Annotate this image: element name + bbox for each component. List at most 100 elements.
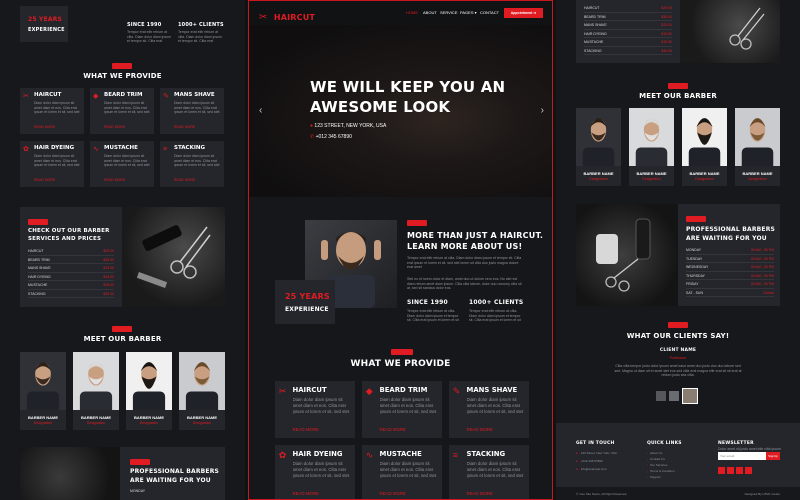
hours-title-right-line2: ARE WAITING FOR YOU — [686, 235, 767, 242]
team-member-card[interactable]: BARBER NAME Designation — [576, 108, 621, 186]
read-more-link[interactable]: READ MORE — [467, 427, 493, 432]
service-card[interactable]: ✂ HAIRCUT Diam dolor diam ipsum sit amet d… — [275, 381, 355, 438]
barber-designation: Designation — [139, 421, 159, 425]
mustache-icon: ∿ — [365, 450, 374, 461]
service-card[interactable]: ≡ STACKING Diam dolor diam ipsum sit amet … — [160, 141, 224, 187]
client-thumb-1[interactable] — [656, 391, 666, 401]
service-title: MANS SHAVE — [174, 92, 215, 98]
linkedin-icon[interactable] — [745, 467, 752, 474]
service-desc: Diam dolor diam ipsum sit amet diam et e… — [379, 397, 437, 414]
team-member-card[interactable]: BARBER NAME Designation — [629, 108, 674, 186]
carousel-next-button[interactable]: › — [541, 105, 544, 116]
scissors-icon: ✂ — [259, 12, 268, 23]
team-tag — [112, 326, 132, 332]
barber-portrait-icon — [635, 118, 668, 166]
twitter-icon[interactable] — [718, 467, 725, 474]
service-card[interactable]: ◆ BEARD TRIM Diam dolor diam ipsum sit ame… — [90, 88, 154, 134]
read-more-link[interactable]: READ MORE — [34, 125, 55, 129]
service-card[interactable]: ✂ HAIRCUT Diam dolor diam ipsum sit amet d… — [20, 88, 84, 134]
team-member-card[interactable]: BARBER NAME Designation — [126, 352, 172, 430]
clients-text-main: Tempor erat elitr rebum at clita. Diam d… — [469, 309, 521, 322]
footer-contact-item: ● +012 345 67890 — [576, 459, 636, 467]
nav-link-3[interactable]: PAGES ▾ — [460, 10, 477, 15]
client-thumb-active[interactable] — [682, 388, 698, 404]
footer-link-text: Terms & Condition — [650, 469, 675, 473]
youtube-icon[interactable] — [736, 467, 743, 474]
carousel-prev-button[interactable]: ‹ — [259, 105, 262, 116]
service-card[interactable]: ≡ STACKING Diam dolor diam ipsum sit amet … — [449, 445, 529, 499]
read-more-link[interactable]: READ MORE — [104, 125, 125, 129]
phone-icon: ✆ — [310, 134, 315, 140]
chevron-right-icon: › — [647, 469, 648, 473]
price-row: STACKING $39.00 — [28, 290, 114, 298]
team-member-card[interactable]: BARBER NAME Designation — [682, 108, 727, 186]
facebook-icon[interactable] — [727, 467, 734, 474]
map-pin-icon: ● — [310, 123, 314, 129]
barber-portrait-icon — [26, 362, 60, 410]
logo[interactable]: ✂ HAIRCUT — [259, 7, 315, 23]
service-card[interactable]: ✎ MANS SHAVE Diam dolor diam ipsum sit ame… — [449, 381, 529, 438]
navbar: ✂ HAIRCUT HOME ABOUT SERVICE PAGES ▾ CONTACT… — [249, 1, 552, 25]
read-more-link[interactable]: READ MORE — [293, 427, 319, 432]
read-more-link[interactable]: READ MORE — [380, 427, 406, 432]
service-card[interactable]: ✎ MANS SHAVE Diam dolor diam ipsum sit ame… — [160, 88, 224, 134]
services-tag-main — [391, 349, 413, 355]
hours-row: TUESDAY 09 AM - 09 PM — [686, 255, 774, 263]
service-desc: Diam dolor diam ipsum sit amet diam et e… — [34, 154, 80, 167]
service-desc: Diam dolor diam ipsum sit amet diam et e… — [292, 397, 350, 414]
newsletter-signup-button[interactable]: SignUp — [766, 452, 780, 460]
price-value: $19.00 — [661, 31, 672, 36]
since-text-main: Tempor erat elitr rebum at clita. Diam d… — [407, 309, 459, 322]
prices-section: CHECK OUT OUR BARBER SERVICES AND PRICES… — [20, 207, 225, 307]
team-member-card[interactable]: BARBER NAME Designation — [73, 352, 119, 430]
experience-badge: 25 YEARS EXPERIENCE — [275, 280, 335, 324]
barber-designation: Designation — [86, 421, 106, 425]
service-card[interactable]: ✿ HAIR DYEING Diam dolor diam ipsum sit am… — [20, 141, 84, 187]
price-row: HAIRCUT $29.00 — [28, 247, 114, 256]
price-name: HAIR DYEING — [28, 274, 51, 279]
read-more-link[interactable]: READ MORE — [467, 491, 493, 496]
read-more-link[interactable]: READ MORE — [293, 491, 319, 496]
hours-photo-right — [576, 204, 678, 306]
team-member-card[interactable]: BARBER NAME Designation — [179, 352, 225, 430]
barber-designation: Designation — [33, 421, 53, 425]
nav-link-2[interactable]: SERVICE — [440, 10, 458, 15]
nav-link-0[interactable]: HOME — [406, 10, 418, 15]
read-more-link[interactable]: READ MORE — [104, 178, 125, 182]
price-value: $39.00 — [661, 48, 672, 53]
hero-phone-text: +012 345 67890 — [315, 134, 352, 140]
read-more-link[interactable]: READ MORE — [174, 125, 195, 129]
price-name: STACKING — [28, 291, 46, 296]
footer-contact-list: ● 123 Street, New York, USA ● +012 345 6789… — [576, 451, 636, 475]
team-member-card[interactable]: BARBER NAME Designation — [735, 108, 780, 186]
tools-photo — [122, 207, 225, 307]
read-more-link[interactable]: READ MORE — [34, 178, 55, 182]
service-desc: Diam dolor diam ipsum sit amet diam et e… — [174, 101, 220, 114]
newsletter-input[interactable]: Your email — [718, 452, 766, 460]
hours-first-day: MONDAY — [130, 489, 146, 493]
nav-link-4[interactable]: CONTACT — [480, 10, 499, 15]
appointment-button[interactable]: Appointment ➜ — [504, 8, 543, 18]
barber-photo — [576, 108, 621, 166]
client-thumb-2[interactable] — [669, 391, 679, 401]
left-preview-column: 25 YEARS EXPERIENCE SINCE 1990 Tempor er… — [0, 0, 245, 500]
price-list-right: HAIRCUT $29.00 BEARD TRIM $35.00 MANS SHAVE $… — [584, 4, 672, 55]
price-row: MUSTACHE $15.00 — [28, 281, 114, 290]
service-title: MANS SHAVE — [466, 386, 518, 394]
shaver-icon: ✎ — [163, 93, 169, 100]
footer-newsletter-title: NEWSLETTER — [718, 441, 754, 446]
hours-section: PROFESSIONAL BARBERS ARE WAITING FOR YOU… — [576, 204, 780, 306]
read-more-link[interactable]: READ MORE — [174, 178, 195, 182]
service-card[interactable]: ◆ BEARD TRIM Diam dolor diam ipsum sit ame… — [362, 381, 442, 438]
nav-link-1[interactable]: ABOUT — [423, 10, 437, 15]
service-card[interactable]: ✿ HAIR DYEING Diam dolor diam ipsum sit am… — [275, 445, 355, 499]
beard-icon: ◆ — [365, 386, 373, 397]
barber-designation: Designation — [642, 177, 661, 181]
clipper-tools-icon — [596, 218, 651, 292]
service-card[interactable]: ∿ MUSTACHE Diam dolor diam ipsum sit amet … — [362, 445, 442, 499]
footer-link[interactable]: › Support — [647, 475, 697, 481]
team-member-card[interactable]: BARBER NAME Designation — [20, 352, 66, 430]
service-desc: Diam dolor diam ipsum sit amet diam et e… — [34, 101, 80, 114]
read-more-link[interactable]: READ MORE — [380, 491, 406, 496]
service-card[interactable]: ∿ MUSTACHE Diam dolor diam ipsum sit amet … — [90, 141, 154, 187]
